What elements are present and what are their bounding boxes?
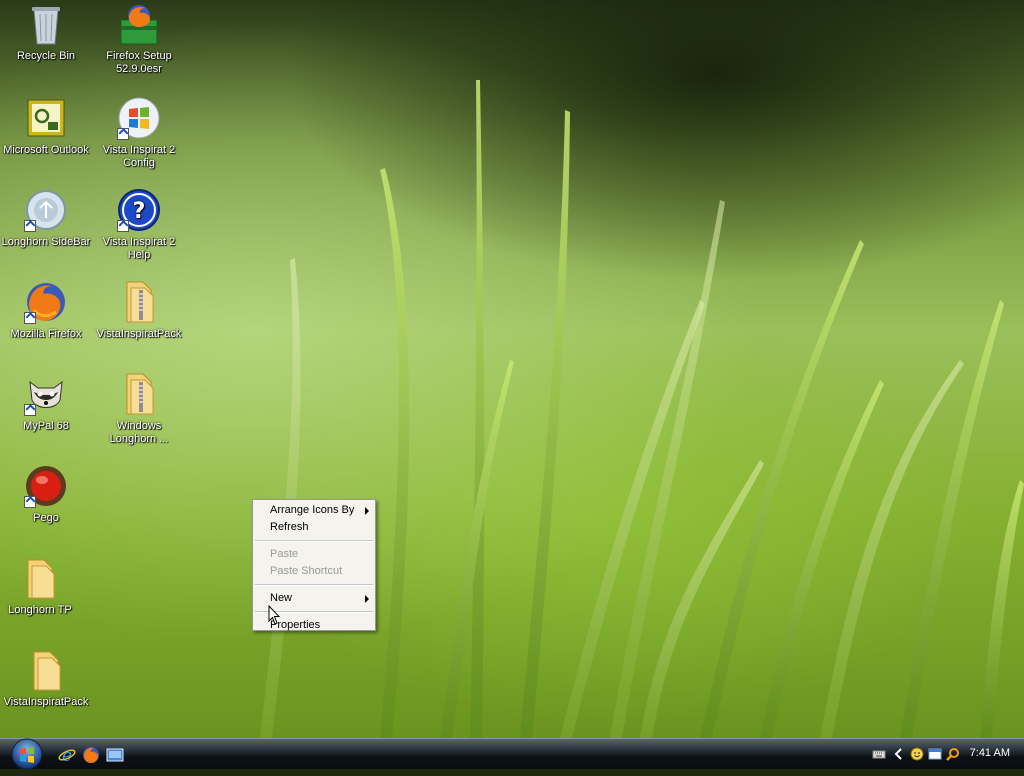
desktop-icon-label: Pego	[33, 512, 59, 524]
desktop-icon-label: Firefox Setup 52.9.0esr	[106, 50, 172, 75]
folder-icon	[18, 556, 62, 600]
recycle-bin-icon	[24, 2, 68, 46]
firefox-icon[interactable]	[82, 746, 100, 764]
submenu-arrow-icon	[365, 507, 369, 515]
menu-separator	[255, 540, 373, 542]
desktop-icon-label: VistaInspiratPack	[3, 696, 89, 708]
svg-text:e: e	[62, 746, 72, 764]
desktop-icon-vista-inspirat-help[interactable]: ? Vista Inspirat 2 Help	[93, 188, 185, 262]
desktop-icon-pego[interactable]: Pego	[0, 464, 92, 525]
outlook-icon	[24, 96, 68, 140]
desktop-icon-vistainspiratpack-folder[interactable]: VistaInspiratPack	[0, 648, 92, 709]
zip-folder-icon	[117, 372, 161, 416]
desktop[interactable]: Recycle Bin Microsoft Outlook Longhorn S…	[0, 0, 1024, 738]
desktop-icon-label: Microsoft Outlook	[3, 144, 89, 156]
system-tray: 7:41 AM	[864, 739, 1024, 769]
start-button[interactable]	[8, 737, 46, 771]
red-orb-icon	[24, 464, 68, 508]
ie-icon[interactable]: e	[58, 746, 76, 764]
menu-item-arrange-icons-by[interactable]: Arrange Icons By	[253, 502, 375, 519]
desktop-icon-outlook[interactable]: Microsoft Outlook	[0, 96, 92, 157]
keyboard-icon[interactable]	[872, 747, 886, 761]
firefox-icon	[24, 280, 68, 324]
taskbar: e 7:41 AM	[0, 737, 1024, 771]
desktop-icon-label: Recycle Bin	[16, 50, 76, 62]
windows-logo-icon	[117, 96, 161, 140]
start-orb-icon	[11, 738, 43, 770]
help-icon: ?	[117, 188, 161, 232]
smiley-icon[interactable]	[910, 747, 924, 761]
menu-item-label: Paste Shortcut	[270, 565, 343, 577]
sidebar-icon	[24, 188, 68, 232]
chevron-left-icon[interactable]	[892, 747, 906, 761]
menu-item-label: Refresh	[270, 521, 309, 533]
desktop-icon-label: Mozilla Firefox	[10, 328, 82, 340]
raccoon-icon	[24, 372, 68, 416]
desktop-icon-label: Vista Inspirat 2 Config	[102, 144, 176, 169]
desktop-icon-longhorn-sidebar[interactable]: Longhorn SideBar	[0, 188, 92, 249]
show-desktop-icon[interactable]	[106, 746, 124, 764]
desktop-icon-recycle-bin[interactable]: Recycle Bin	[0, 2, 92, 63]
menu-item-refresh[interactable]: Refresh	[253, 519, 375, 536]
menu-item-label: Paste	[270, 548, 299, 560]
desktop-icon-longhorn-tp[interactable]: Longhorn TP	[0, 556, 86, 617]
mouse-cursor-icon	[268, 605, 280, 625]
clock[interactable]: 7:41 AM	[970, 747, 1010, 759]
window-icon[interactable]	[928, 747, 942, 761]
folder-icon	[24, 648, 68, 692]
desktop-icon-firefox-setup[interactable]: Firefox Setup 52.9.0esr	[93, 2, 185, 76]
submenu-arrow-icon	[365, 595, 369, 603]
search-icon[interactable]	[946, 747, 960, 761]
desktop-icon-label: Windows Longhorn ...	[109, 420, 169, 445]
svg-text:?: ?	[133, 199, 146, 224]
desktop-icon-label: VistaInspiratPack	[96, 328, 182, 340]
menu-item-paste-shortcut[interactable]: Paste Shortcut	[253, 563, 375, 580]
installer-icon	[117, 2, 161, 46]
desktop-icon-vistainspiratpack-zip[interactable]: VistaInspiratPack	[93, 280, 185, 341]
desktop-icon-label: Longhorn TP	[8, 604, 72, 616]
desktop-icon-mypal[interactable]: MyPal 68	[0, 372, 92, 433]
menu-item-label: Arrange Icons By	[270, 504, 355, 516]
desktop-icon-windows-longhorn-zip[interactable]: Windows Longhorn ...	[93, 372, 185, 446]
menu-item-paste[interactable]: Paste	[253, 546, 375, 563]
menu-item-label: New	[270, 592, 293, 604]
desktop-icon-mozilla-firefox[interactable]: Mozilla Firefox	[0, 280, 92, 341]
desktop-icon-label: Vista Inspirat 2 Help	[102, 236, 176, 261]
desktop-icon-label: MyPal 68	[23, 420, 69, 432]
desktop-icon-vista-inspirat-config[interactable]: Vista Inspirat 2 Config	[93, 96, 185, 170]
menu-separator	[255, 584, 373, 586]
zip-folder-icon	[117, 280, 161, 324]
desktop-icon-label: Longhorn SideBar	[1, 236, 91, 248]
